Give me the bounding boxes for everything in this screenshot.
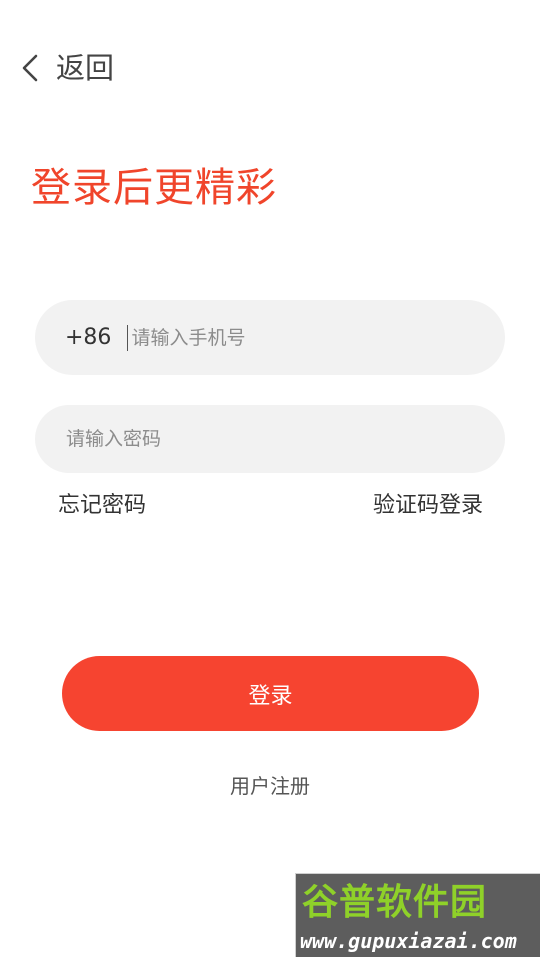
text-cursor bbox=[127, 324, 129, 351]
password-field bbox=[35, 405, 505, 473]
chevron-left-icon bbox=[18, 48, 42, 88]
forgot-password-link[interactable]: 忘记密码 bbox=[58, 490, 146, 522]
watermark-title: 谷普软件园 bbox=[302, 882, 488, 923]
password-input[interactable] bbox=[66, 405, 505, 473]
watermark-url: www.gupuxiazai.com bbox=[300, 929, 517, 953]
code-login-link[interactable]: 验证码登录 bbox=[373, 490, 483, 522]
watermark-logo: 谷普软件园 www.gupuxiazai.com bbox=[295, 873, 540, 957]
login-button[interactable]: 登录 bbox=[62, 656, 479, 731]
register-link[interactable]: 用户注册 bbox=[0, 770, 540, 802]
phone-input[interactable] bbox=[131, 300, 505, 375]
back-button[interactable]: 返回 bbox=[18, 48, 114, 88]
back-label: 返回 bbox=[56, 51, 115, 85]
page-title: 登录后更精彩 bbox=[31, 165, 277, 211]
country-code[interactable]: +86 bbox=[65, 325, 111, 350]
phone-field: +86 bbox=[35, 300, 505, 375]
